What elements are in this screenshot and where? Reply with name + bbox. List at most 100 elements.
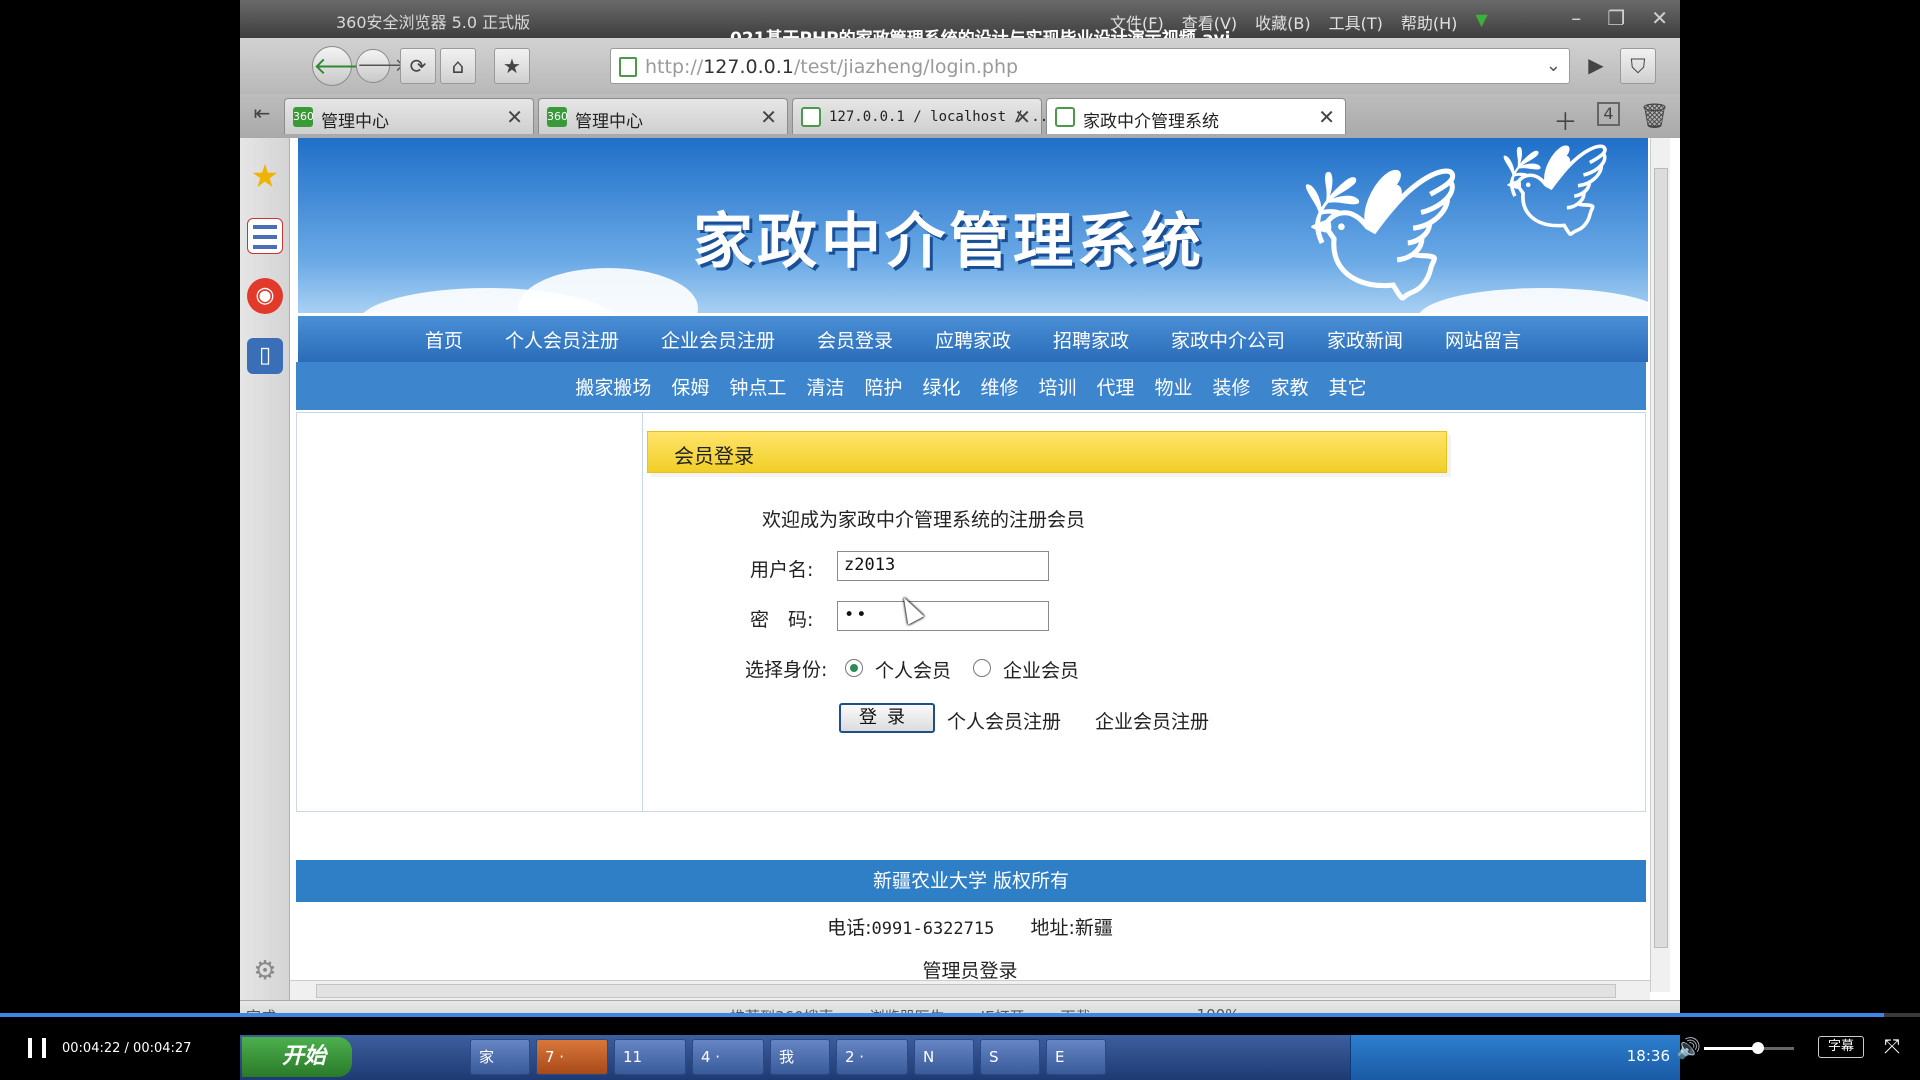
window-controls: – ❐ ✕ xyxy=(1571,6,1668,30)
login-heading: 会员登录 xyxy=(674,444,754,468)
category-item[interactable]: 搬家搬场 xyxy=(575,373,651,400)
back-button[interactable]: 🡐 xyxy=(312,46,377,86)
category-item[interactable]: 钟点工 xyxy=(729,373,786,400)
restore-icon[interactable]: ❐ xyxy=(1607,6,1625,30)
nav-personal-register[interactable]: 个人会员注册 xyxy=(505,326,619,353)
taskbar-item[interactable]: S xyxy=(980,1039,1040,1075)
close-window-icon[interactable]: ✕ xyxy=(1651,6,1668,30)
refresh-button[interactable]: ⟳ xyxy=(400,48,436,84)
menu-view[interactable]: 查看(V) xyxy=(1182,10,1237,34)
category-item[interactable]: 绿化 xyxy=(922,373,960,400)
category-item[interactable]: 家教 xyxy=(1271,373,1309,400)
nav-company-register[interactable]: 企业会员注册 xyxy=(661,326,775,353)
nav-agencies[interactable]: 家政中介公司 xyxy=(1171,326,1285,353)
nav-recruit[interactable]: 招聘家政 xyxy=(1053,326,1129,353)
admin-login-link[interactable]: 管理员登录 xyxy=(290,956,1650,983)
nav-home[interactable]: 首页 xyxy=(425,326,463,353)
taskbar-item[interactable]: 家 xyxy=(470,1039,530,1075)
close-tab-icon[interactable]: ✕ xyxy=(1318,105,1335,129)
news-icon[interactable] xyxy=(247,218,283,254)
taskbar-item[interactable]: E xyxy=(1046,1039,1106,1075)
menu-tools[interactable]: 工具(T) xyxy=(1329,10,1383,34)
taskbar-item[interactable]: N xyxy=(914,1039,974,1075)
gear-icon[interactable]: ⚙ xyxy=(247,953,283,989)
scrollbar-thumb[interactable] xyxy=(316,984,1616,998)
close-tab-icon[interactable]: ✕ xyxy=(1014,105,1031,129)
home-button[interactable]: ⌂ xyxy=(440,48,476,84)
minimize-icon[interactable]: – xyxy=(1571,6,1581,30)
horizontal-scrollbar[interactable] xyxy=(290,980,1650,1000)
tab-phpmyadmin[interactable]: 127.0.0.1 / localhost / ... ✕ xyxy=(792,98,1057,134)
taskbar-item[interactable]: 我 xyxy=(770,1039,830,1075)
system-tray: 18:36 xyxy=(1350,1035,1680,1080)
category-item[interactable]: 物业 xyxy=(1155,373,1193,400)
shirt-icon[interactable]: ▼ xyxy=(1475,10,1487,34)
vertical-scrollbar[interactable] xyxy=(1650,138,1670,992)
menu-help[interactable]: 帮助(H) xyxy=(1401,10,1458,34)
forward-button[interactable]: 🡒 xyxy=(356,49,405,83)
taskbar-item-active[interactable]: 7 · xyxy=(536,1039,608,1075)
menu-file[interactable]: 文件(F) xyxy=(1110,10,1164,34)
trash-icon[interactable]: 🗑 xyxy=(1640,102,1670,137)
taskbar-item[interactable]: 2 · xyxy=(836,1039,908,1075)
address-value: 新疆 xyxy=(1074,917,1113,939)
login-submit-button[interactable]: 登录 xyxy=(839,703,935,733)
go-button[interactable]: ▶ xyxy=(1582,48,1610,84)
personal-register-link[interactable]: 个人会员注册 xyxy=(947,707,1061,734)
username-input[interactable]: z2013 xyxy=(837,551,1049,581)
role-company-label[interactable]: 企业会员 xyxy=(1003,656,1079,683)
taskbar-item[interactable]: 11 xyxy=(614,1039,686,1075)
video-player: 360安全浏览器 5.0 正式版 021基于PHP的家政管理系统的设计与实现毕业… xyxy=(0,0,1920,1080)
role-personal-label[interactable]: 个人会员 xyxy=(875,656,951,683)
weibo-icon[interactable]: ◉ xyxy=(247,278,283,314)
volume-icon[interactable]: 🔊 xyxy=(1676,1036,1701,1060)
close-tab-icon[interactable]: ✕ xyxy=(760,105,777,129)
category-item[interactable]: 其它 xyxy=(1329,373,1367,400)
volume-slider[interactable] xyxy=(1704,1042,1794,1054)
pause-icon[interactable] xyxy=(28,1038,46,1058)
favorites-star-icon[interactable]: ★ xyxy=(247,158,283,194)
category-item[interactable]: 保姆 xyxy=(671,373,709,400)
volume-knob[interactable] xyxy=(1752,1042,1764,1054)
category-item[interactable]: 代理 xyxy=(1097,373,1135,400)
category-item[interactable]: 维修 xyxy=(980,373,1018,400)
subtitle-button[interactable]: 字幕 xyxy=(1818,1036,1864,1058)
category-item[interactable]: 清洁 xyxy=(806,373,844,400)
favorite-star-button[interactable]: ★ xyxy=(494,48,530,84)
password-input[interactable]: •• xyxy=(837,601,1049,631)
close-tab-icon[interactable]: ✕ xyxy=(506,105,523,129)
address-bar[interactable]: http://127.0.0.1/test/jiazheng/login.php… xyxy=(610,48,1570,84)
chevron-down-icon[interactable]: ⌄ xyxy=(1546,55,1561,76)
nav-news[interactable]: 家政新闻 xyxy=(1327,326,1403,353)
sidebar-toggle-icon[interactable]: ⇤ xyxy=(244,98,280,134)
category-item[interactable]: 培训 xyxy=(1039,373,1077,400)
welcome-text: 欢迎成为家政中介管理系统的注册会员 xyxy=(762,509,1086,531)
company-register-link[interactable]: 企业会员注册 xyxy=(1095,707,1209,734)
tab-tools: ＋ 4 🗑 xyxy=(1553,102,1670,137)
menu-favorites[interactable]: 收藏(B) xyxy=(1255,10,1310,34)
category-item[interactable]: 装修 xyxy=(1213,373,1251,400)
tab-admin-center-1[interactable]: 360 管理中心 ✕ xyxy=(284,98,534,134)
tab-housekeeping-system[interactable]: 家政中介管理系统 ✕ xyxy=(1046,98,1346,134)
start-button[interactable]: 开始 xyxy=(242,1037,352,1077)
nav-apply-job[interactable]: 应聘家政 xyxy=(935,326,1011,353)
address-url[interactable]: http://127.0.0.1/test/jiazheng/login.php xyxy=(645,56,1018,78)
role-company-radio[interactable] xyxy=(973,659,991,677)
tab-admin-center-2[interactable]: 360 管理中心 ✕ xyxy=(538,98,788,134)
new-tab-icon[interactable]: ＋ xyxy=(1553,102,1577,137)
dove-icon: 🕊 xyxy=(1498,138,1613,243)
category-item[interactable]: 陪护 xyxy=(864,373,902,400)
phone-sync-icon[interactable]: ▯ xyxy=(247,338,283,374)
role-personal-radio[interactable] xyxy=(845,659,863,677)
scrollbar-thumb[interactable] xyxy=(1654,168,1668,948)
video-progress-bar[interactable] xyxy=(0,1013,1920,1017)
content-area: 会员登录 欢迎成为家政中介管理系统的注册会员 用户名: z2013 密 码: •… xyxy=(296,412,1646,812)
phone-number: 0991-6322715 xyxy=(871,919,995,939)
browser-window: 360安全浏览器 5.0 正式版 021基于PHP的家政管理系统的设计与实现毕业… xyxy=(240,0,1680,1015)
tab-list-icon[interactable]: 4 xyxy=(1597,102,1620,126)
taskbar-item[interactable]: 4 · xyxy=(692,1039,764,1075)
nav-guestbook[interactable]: 网站留言 xyxy=(1445,326,1521,353)
nav-member-login[interactable]: 会员登录 xyxy=(817,326,893,353)
exit-fullscreen-icon[interactable]: ⤧ xyxy=(1884,1034,1900,1058)
shield-icon[interactable]: ⛉ xyxy=(1620,48,1656,84)
